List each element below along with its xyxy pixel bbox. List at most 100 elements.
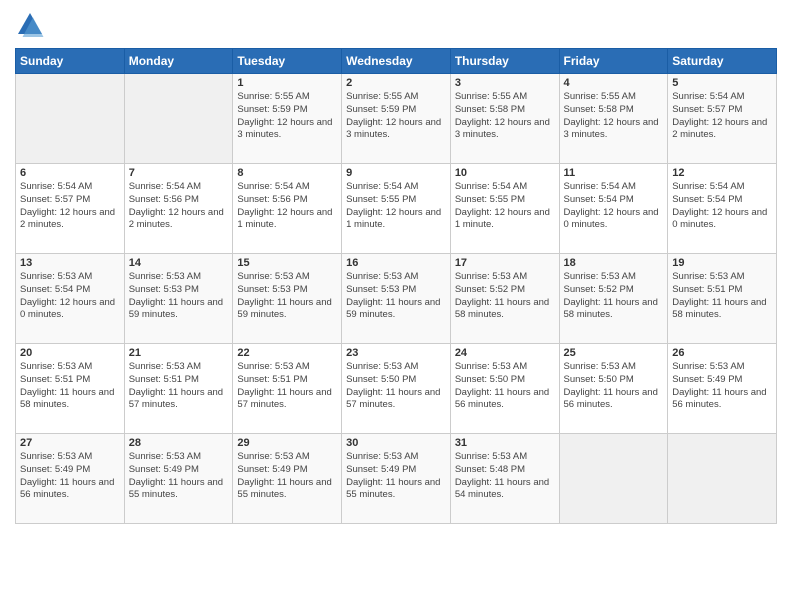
calendar-cell: 5Sunrise: 5:54 AMSunset: 5:57 PMDaylight…: [668, 74, 777, 164]
day-content: Sunrise: 5:53 AMSunset: 5:51 PMDaylight:…: [672, 271, 772, 322]
day-number: 5: [672, 77, 772, 89]
day-number: 2: [346, 77, 446, 89]
day-number: 7: [129, 167, 229, 179]
day-number: 14: [129, 257, 229, 269]
calendar-cell: 29 Sunrise: 5:53 AMSunset: 5:49 PMDayligh…: [233, 434, 342, 524]
day-number: 19: [672, 257, 772, 269]
day-number: 21: [129, 347, 229, 359]
day-number: 18: [564, 257, 664, 269]
calendar-cell: 21Sunrise: 5:53 AMSunset: 5:51 PMDayligh…: [124, 344, 233, 434]
weekday-header: Monday: [124, 49, 233, 74]
calendar-cell: 14 Sunrise: 5:53 AMSunset: 5:53 PMDayligh…: [124, 254, 233, 344]
day-content: Sunrise: 5:53 AMSunset: 5:49 PMDaylight:…: [672, 361, 772, 412]
calendar-cell: 7 Sunrise: 5:54 AMSunset: 5:56 PMDaylight…: [124, 164, 233, 254]
calendar-cell: [559, 434, 668, 524]
day-content: Sunrise: 5:53 AMSunset: 5:49 PMDaylight:…: [237, 451, 337, 502]
day-number: 29: [237, 437, 337, 449]
calendar-cell: 13 Sunrise: 5:53 AMSunset: 5:54 PMDayligh…: [16, 254, 125, 344]
day-content: Sunrise: 5:54 AMSunset: 5:55 PMDaylight:…: [455, 181, 555, 232]
calendar-week-row: 20 Sunrise: 5:53 AMSunset: 5:51 PMDayligh…: [16, 344, 777, 434]
day-content: Sunrise: 5:54 AMSunset: 5:55 PMDaylight:…: [346, 181, 446, 232]
day-content: Sunrise: 5:53 AMSunset: 5:48 PMDaylight:…: [455, 451, 555, 502]
day-content: Sunrise: 5:53 AMSunset: 5:53 PMDaylight:…: [237, 271, 337, 322]
day-content: Sunrise: 5:54 AMSunset: 5:56 PMDaylight:…: [237, 181, 337, 232]
day-content: Sunrise: 5:53 AMSunset: 5:53 PMDaylight:…: [129, 271, 229, 322]
calendar-body: 1 Sunrise: 5:55 AMSunset: 5:59 PMDaylight…: [16, 74, 777, 524]
calendar-cell: 31 Sunrise: 5:53 AMSunset: 5:48 PMDayligh…: [450, 434, 559, 524]
calendar-cell: 11 Sunrise: 5:54 AMSunset: 5:54 PMDayligh…: [559, 164, 668, 254]
calendar-cell: 9 Sunrise: 5:54 AMSunset: 5:55 PMDaylight…: [342, 164, 451, 254]
calendar-cell: 22 Sunrise: 5:53 AMSunset: 5:51 PMDayligh…: [233, 344, 342, 434]
day-content: Sunrise: 5:55 AMSunset: 5:59 PMDaylight:…: [346, 91, 446, 142]
day-content: Sunrise: 5:53 AMSunset: 5:51 PMDaylight:…: [20, 361, 120, 412]
calendar-cell: 18 Sunrise: 5:53 AMSunset: 5:52 PMDayligh…: [559, 254, 668, 344]
day-number: 31: [455, 437, 555, 449]
calendar-cell: 17Sunrise: 5:53 AMSunset: 5:52 PMDayligh…: [450, 254, 559, 344]
calendar-cell: 23 Sunrise: 5:53 AMSunset: 5:50 PMDayligh…: [342, 344, 451, 434]
calendar-cell: 25 Sunrise: 5:53 AMSunset: 5:50 PMDayligh…: [559, 344, 668, 434]
day-content: Sunrise: 5:54 AMSunset: 5:57 PMDaylight:…: [20, 181, 120, 232]
logo-icon: [15, 10, 45, 40]
day-number: 3: [455, 77, 555, 89]
day-content: Sunrise: 5:55 AMSunset: 5:59 PMDaylight:…: [237, 91, 337, 142]
page-header: [15, 10, 777, 40]
calendar-cell: 19 Sunrise: 5:53 AMSunset: 5:51 PMDayligh…: [668, 254, 777, 344]
weekday-header: Saturday: [668, 49, 777, 74]
day-content: Sunrise: 5:53 AMSunset: 5:54 PMDaylight:…: [20, 271, 120, 322]
day-number: 17: [455, 257, 555, 269]
weekday-header: Thursday: [450, 49, 559, 74]
day-number: 10: [455, 167, 555, 179]
calendar-cell: 2 Sunrise: 5:55 AMSunset: 5:59 PMDaylight…: [342, 74, 451, 164]
day-content: Sunrise: 5:53 AMSunset: 5:51 PMDaylight:…: [237, 361, 337, 412]
day-number: 28: [129, 437, 229, 449]
day-number: 23: [346, 347, 446, 359]
calendar-cell: 10 Sunrise: 5:54 AMSunset: 5:55 PMDayligh…: [450, 164, 559, 254]
day-number: 27: [20, 437, 120, 449]
day-content: Sunrise: 5:55 AMSunset: 5:58 PMDaylight:…: [564, 91, 664, 142]
day-number: 8: [237, 167, 337, 179]
calendar-week-row: 13 Sunrise: 5:53 AMSunset: 5:54 PMDayligh…: [16, 254, 777, 344]
calendar-cell: 16 Sunrise: 5:53 AMSunset: 5:53 PMDayligh…: [342, 254, 451, 344]
day-content: Sunrise: 5:53 AMSunset: 5:50 PMDaylight:…: [564, 361, 664, 412]
calendar-week-row: 6Sunrise: 5:54 AMSunset: 5:57 PMDaylight…: [16, 164, 777, 254]
day-number: 9: [346, 167, 446, 179]
day-number: 25: [564, 347, 664, 359]
calendar-cell: 8 Sunrise: 5:54 AMSunset: 5:56 PMDaylight…: [233, 164, 342, 254]
day-number: 22: [237, 347, 337, 359]
calendar-cell: 24 Sunrise: 5:53 AMSunset: 5:50 PMDayligh…: [450, 344, 559, 434]
day-number: 1: [237, 77, 337, 89]
day-content: Sunrise: 5:53 AMSunset: 5:53 PMDaylight:…: [346, 271, 446, 322]
day-content: Sunrise: 5:53 AMSunset: 5:52 PMDaylight:…: [564, 271, 664, 322]
weekday-header: Sunday: [16, 49, 125, 74]
calendar-week-row: 1 Sunrise: 5:55 AMSunset: 5:59 PMDaylight…: [16, 74, 777, 164]
calendar-cell: 3Sunrise: 5:55 AMSunset: 5:58 PMDaylight…: [450, 74, 559, 164]
day-content: Sunrise: 5:53 AMSunset: 5:49 PMDaylight:…: [129, 451, 229, 502]
day-number: 12: [672, 167, 772, 179]
calendar-cell: 20 Sunrise: 5:53 AMSunset: 5:51 PMDayligh…: [16, 344, 125, 434]
day-content: Sunrise: 5:54 AMSunset: 5:54 PMDaylight:…: [672, 181, 772, 232]
day-content: Sunrise: 5:53 AMSunset: 5:50 PMDaylight:…: [346, 361, 446, 412]
day-number: 24: [455, 347, 555, 359]
weekday-header: Wednesday: [342, 49, 451, 74]
calendar-cell: 26Sunrise: 5:53 AMSunset: 5:49 PMDayligh…: [668, 344, 777, 434]
calendar-cell: 6Sunrise: 5:54 AMSunset: 5:57 PMDaylight…: [16, 164, 125, 254]
calendar-cell: 30Sunrise: 5:53 AMSunset: 5:49 PMDayligh…: [342, 434, 451, 524]
day-number: 13: [20, 257, 120, 269]
day-number: 4: [564, 77, 664, 89]
calendar-cell: 1 Sunrise: 5:55 AMSunset: 5:59 PMDaylight…: [233, 74, 342, 164]
calendar-cell: [668, 434, 777, 524]
day-content: Sunrise: 5:54 AMSunset: 5:54 PMDaylight:…: [564, 181, 664, 232]
weekday-header: Friday: [559, 49, 668, 74]
day-number: 15: [237, 257, 337, 269]
day-content: Sunrise: 5:53 AMSunset: 5:50 PMDaylight:…: [455, 361, 555, 412]
day-number: 11: [564, 167, 664, 179]
calendar-cell: 28 Sunrise: 5:53 AMSunset: 5:49 PMDayligh…: [124, 434, 233, 524]
weekday-header: Tuesday: [233, 49, 342, 74]
day-content: Sunrise: 5:54 AMSunset: 5:56 PMDaylight:…: [129, 181, 229, 232]
calendar-cell: [16, 74, 125, 164]
calendar-week-row: 27 Sunrise: 5:53 AMSunset: 5:49 PMDayligh…: [16, 434, 777, 524]
day-number: 20: [20, 347, 120, 359]
day-number: 16: [346, 257, 446, 269]
weekday-row: SundayMondayTuesdayWednesdayThursdayFrid…: [16, 49, 777, 74]
day-content: Sunrise: 5:53 AMSunset: 5:49 PMDaylight:…: [20, 451, 120, 502]
